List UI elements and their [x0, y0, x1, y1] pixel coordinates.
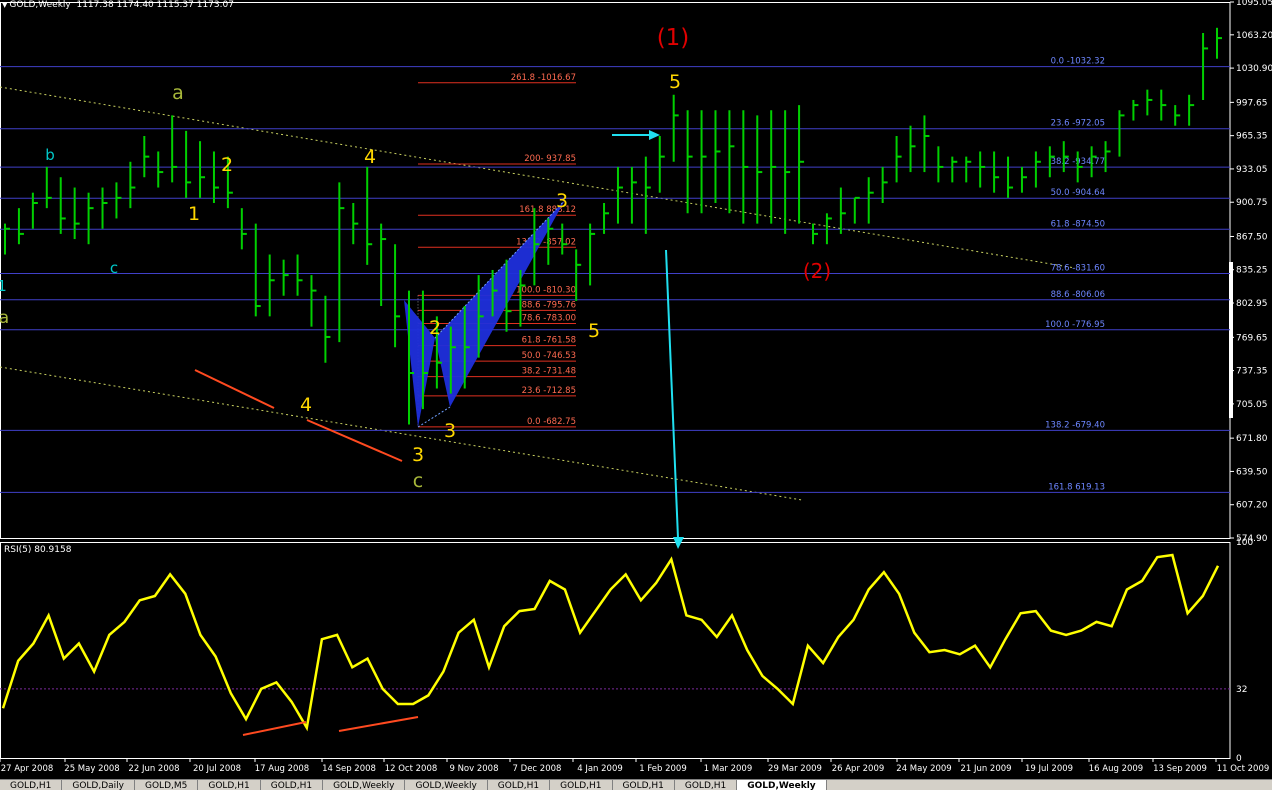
x-tick-label: 13 Sep 2009	[1153, 764, 1207, 774]
fib-level-label: 50.0 -904.64	[1051, 188, 1105, 198]
y-tick-label: 900.75	[1236, 198, 1268, 208]
arrow-head-icon	[649, 130, 660, 140]
x-tick-label: 1 Feb 2009	[639, 764, 687, 774]
x-tick-label: 16 Aug 2009	[1089, 764, 1143, 774]
wave-label: 3	[412, 444, 424, 466]
wave-label: c	[413, 470, 423, 492]
wave-label: 3	[556, 190, 568, 212]
divergence-line-rsi	[338, 716, 419, 732]
fib-extension-label: 200- 937.85	[524, 154, 576, 164]
price-chart[interactable]: 1095.05 1063.20 1030.90 997.65 965.35 933.05 9…	[0, 0, 1272, 789]
x-tick-label: 4 Jan 2009	[577, 764, 623, 774]
fib-level-label: 88.6 -806.06	[1051, 290, 1105, 300]
wave-label: 3	[444, 420, 456, 442]
y-tick-label: 867.50	[1236, 232, 1268, 242]
x-tick-label: 19 Jul 2009	[1025, 764, 1073, 774]
rsi-pane-frame	[0, 542, 1231, 759]
fib-extension-label: 50.0 -746.53	[522, 351, 576, 361]
divergence-line-price	[306, 419, 403, 462]
wave-label: 1	[0, 277, 7, 295]
fib-extension-label: 0.0 -682.75	[527, 417, 576, 427]
y-tick-label: 835.25	[1236, 266, 1268, 276]
y-tick-label: 1030.90	[1236, 64, 1272, 74]
lower-channel-line	[0, 366, 803, 501]
wave-label: (1)	[657, 25, 690, 51]
rsi-y-tick-label: 100	[1236, 538, 1253, 548]
x-tick-label: 27 Apr 2008	[1, 764, 54, 774]
rsi-title: RSI(5) 80.9158	[4, 545, 72, 555]
rsi-line	[1, 553, 1220, 732]
y-tick-label: 933.05	[1236, 165, 1268, 175]
fib-extension-label: 61.8 -761.58	[522, 336, 576, 346]
x-tick-label: 11 Oct 2009	[1217, 764, 1270, 774]
x-tick-label: 12 Oct 2008	[385, 764, 438, 774]
x-tick-label: 24 May 2009	[896, 764, 951, 774]
wave-label: a	[0, 308, 9, 328]
y-tick-label: 639.50	[1236, 467, 1268, 477]
fib-level-label: 61.8 -874.50	[1051, 219, 1105, 229]
wave-label: 2	[221, 154, 233, 176]
y-tick-label: 671.80	[1236, 434, 1268, 444]
y-tick-label: 607.20	[1236, 501, 1268, 511]
fib-extension-label: 261.8 -1016.67	[511, 73, 576, 83]
y-tick-label: 769.65	[1236, 333, 1268, 343]
y-tick-label: 802.95	[1236, 299, 1268, 309]
x-tick-label: 9 Nov 2008	[449, 764, 498, 774]
x-tick-label: 26 Apr 2009	[832, 764, 885, 774]
fib-level-label: 138.2 -679.40	[1045, 420, 1105, 430]
x-tick-label: 21 Jun 2009	[960, 764, 1011, 774]
y-tick-label: 997.65	[1236, 98, 1268, 108]
y-tick-label: 1063.20	[1236, 31, 1272, 41]
y-tick-label: 1095.05	[1236, 0, 1272, 8]
x-tick-label: 1 Mar 2009	[704, 764, 752, 774]
wave-label: 1	[188, 203, 200, 225]
x-tick-label: 17 Aug 2008	[255, 764, 309, 774]
y-tick-label: 965.35	[1236, 132, 1268, 142]
x-tick-label: 29 Mar 2009	[768, 764, 822, 774]
divergence-line-rsi	[242, 721, 307, 736]
fib-level-label: 0.0 -1032.32	[1051, 57, 1105, 67]
fib-extension-label: 78.6 -783.00	[522, 314, 576, 324]
fib-extension-label: 23.6 -712.85	[522, 386, 576, 396]
wave-label: c	[110, 259, 118, 277]
divergence-line-price	[194, 369, 275, 409]
x-tick-label: 22 Jun 2008	[128, 764, 179, 774]
fib-level-label: 161.8 619.13	[1048, 482, 1105, 492]
fib-level-label: 100.0 -776.95	[1045, 320, 1105, 330]
x-tick-label: 25 May 2008	[64, 764, 119, 774]
chart-symbol: GOLD,Weekly	[9, 0, 71, 10]
chart-header: ▼ GOLD,Weekly 1117.38 1174.40 1115.37 117…	[2, 0, 234, 10]
y-tick-label: 737.35	[1236, 367, 1268, 377]
wave-label: 4	[300, 394, 312, 416]
fib-level-label: 23.6 -972.05	[1051, 119, 1105, 129]
dropdown-triangle-icon[interactable]: ▼	[2, 1, 7, 9]
wave-label: 2	[429, 317, 441, 339]
rsi-y-tick-label: 0	[1236, 754, 1242, 764]
wave-label: 5	[669, 71, 681, 93]
fib-extension-label: 100.0 -810.30	[516, 285, 576, 295]
wave-label: b	[45, 146, 55, 164]
fib-extension-label: 88.6 -795.76	[522, 300, 576, 310]
wave-label: 4	[364, 146, 376, 168]
chart-ohlc: 1117.38 1174.40 1115.37 1173.07	[76, 0, 234, 10]
vertical-arrow	[665, 249, 679, 539]
wave-label: 5	[588, 320, 600, 342]
wave-label: (2)	[803, 259, 831, 283]
chart-tab-bar: GOLD,H1 GOLD,Daily GOLD,M5 GOLD,H1 GOLD,H1 GO…	[0, 779, 1272, 790]
x-tick-label: 20 Jul 2008	[193, 764, 241, 774]
price-marker	[1229, 262, 1233, 418]
price-pane-frame	[0, 2, 1231, 539]
fib-level-label: 78.6 -831.60	[1051, 263, 1105, 273]
x-tick-label: 14 Sep 2008	[322, 764, 376, 774]
fib-extension-label: 38.2 -731.48	[522, 367, 576, 377]
y-tick-label: 705.05	[1236, 400, 1268, 410]
x-tick-label: 7 Dec 2008	[513, 764, 562, 774]
wave-label: a	[172, 82, 184, 104]
rsi-y-tick-label: 32	[1236, 685, 1247, 695]
